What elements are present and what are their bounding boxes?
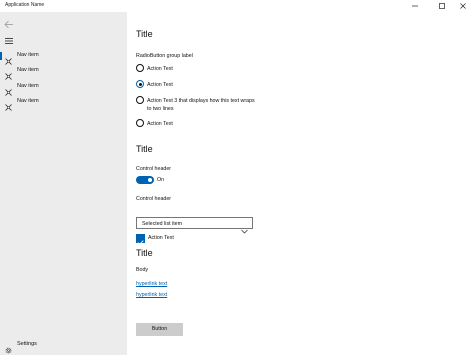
title-bar: Application Name: [0, 0, 474, 12]
nav-item-2[interactable]: Nav item: [0, 64, 127, 80]
content-area: Title RadioButton group label Action Tex…: [127, 12, 474, 355]
radio-circle[interactable]: [136, 64, 144, 72]
minimize-icon[interactable]: [404, 0, 426, 12]
combo-header: Control header: [136, 196, 172, 202]
combo-selected-value: Selected list item: [142, 220, 183, 227]
section-title: Title: [136, 248, 153, 258]
nav-item-label: Nav item: [17, 52, 39, 58]
radio-circle[interactable]: [136, 119, 144, 127]
body-text: Body: [136, 267, 149, 273]
radio-label: Action Text 3 that displays how this tex…: [147, 98, 255, 112]
selection-indicator: [0, 52, 2, 60]
hamburger-icon[interactable]: [4, 32, 14, 44]
close-icon[interactable]: [452, 0, 474, 12]
radio-label: Action Text: [147, 82, 173, 88]
window-title: Application Name: [5, 2, 45, 8]
nav-item-1[interactable]: Nav item: [0, 49, 127, 65]
action-button[interactable]: Button: [136, 323, 183, 336]
combo-box[interactable]: Selected list item: [136, 217, 253, 234]
nav-glyph-icon: [5, 67, 12, 80]
chevron-down-icon: [241, 221, 248, 234]
navigation-pane: Nav item Nav item Nav item Nav item Sett…: [0, 12, 127, 355]
toggle-state-label: On: [157, 177, 165, 183]
radio-group-label: RadioButton group label: [136, 53, 193, 59]
toggle-header: Control header: [136, 166, 172, 172]
nav-item-label: Nav item: [17, 98, 39, 104]
settings-label: Settings: [17, 341, 37, 347]
nav-glyph-icon: [5, 83, 12, 96]
maximize-icon[interactable]: [431, 0, 453, 12]
hyperlink[interactable]: hyperlink text: [136, 292, 167, 298]
radio-label: Action Text: [147, 66, 173, 72]
section-title: Title: [136, 144, 153, 154]
nav-item-label: Nav item: [17, 67, 39, 73]
checkbox[interactable]: [136, 234, 145, 246]
gear-icon: [5, 341, 12, 354]
nav-item-3[interactable]: Nav item: [0, 80, 127, 96]
checkmark-icon: [137, 240, 144, 246]
nav-item-label: Nav item: [17, 83, 39, 89]
checkbox-label: Action Text: [148, 235, 174, 241]
radio-circle[interactable]: [136, 96, 144, 104]
nav-item-settings[interactable]: Settings: [0, 338, 127, 354]
hyperlink[interactable]: hyperlink text: [136, 281, 167, 287]
nav-glyph-icon: [5, 98, 12, 111]
radio-label: Action Text: [147, 121, 173, 127]
toggle-switch[interactable]: [136, 176, 154, 184]
back-arrow-icon[interactable]: [4, 16, 14, 29]
nav-item-4[interactable]: Nav item: [0, 95, 127, 111]
section-title: Title: [136, 29, 153, 39]
radio-circle-selected[interactable]: [136, 80, 144, 88]
nav-glyph-icon: [5, 52, 12, 65]
toggle-knob: [148, 178, 152, 182]
